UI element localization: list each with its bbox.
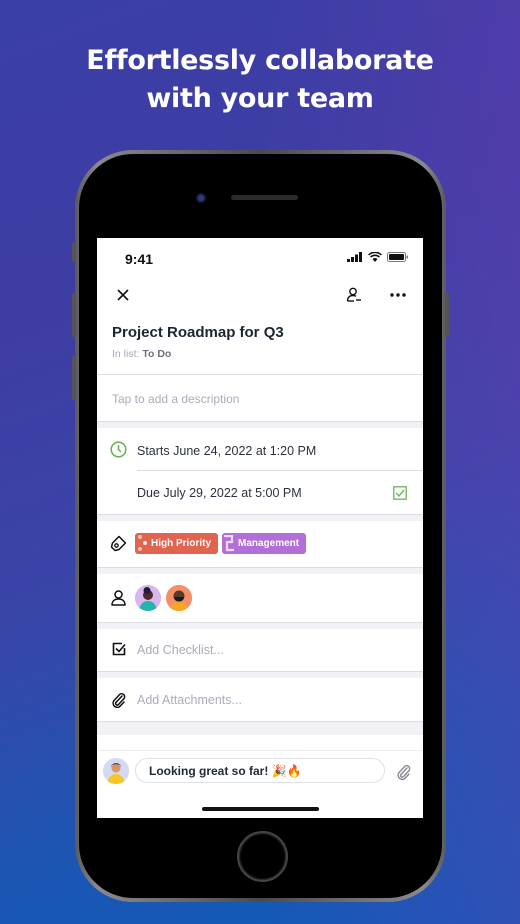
in-list-label: In list: To Do: [112, 348, 408, 360]
tag-dot: [138, 535, 142, 539]
assignee-avatar-1[interactable]: [135, 585, 161, 611]
avatar-illustration: [166, 585, 192, 611]
clock-icon: [110, 441, 127, 458]
comment-bar: Looking great so far! 🎉🔥: [97, 751, 423, 811]
power-button: [445, 293, 449, 337]
paperclip-icon: [396, 764, 410, 780]
description-placeholder: Tap to add a description: [112, 392, 240, 406]
comment-text: Looking great so far! 🎉🔥: [149, 763, 302, 778]
home-indicator[interactable]: [202, 807, 319, 811]
assign-user-button[interactable]: [344, 285, 364, 305]
task-header: Project Roadmap for Q3 In list: To Do: [97, 314, 423, 374]
more-icon: [390, 293, 406, 297]
tag-dot: [143, 541, 147, 545]
status-icons: [347, 252, 409, 262]
status-bar: 9:41: [97, 238, 423, 278]
person-icon: [111, 590, 126, 606]
tag-management[interactable]: Management: [222, 533, 307, 554]
assignee-avatar-2[interactable]: [166, 585, 192, 611]
description-field[interactable]: Tap to add a description: [97, 375, 423, 421]
avatar-illustration: [103, 758, 129, 784]
app-screen: 9:41 Project Roadmap for Q3 In list: To …: [97, 238, 423, 818]
mute-switch: [72, 242, 76, 262]
attachments-row[interactable]: Add Attachments...: [97, 678, 423, 721]
headline: Effortlessly collaborate with your team: [0, 42, 520, 118]
speaker-grille: [231, 195, 298, 200]
tag-icon: [110, 535, 127, 552]
battery-icon: [387, 252, 408, 262]
tag-label: High Priority: [151, 538, 212, 549]
volume-down-button: [72, 356, 76, 400]
tag-high-priority[interactable]: High Priority: [135, 533, 219, 554]
camera-icon: [196, 193, 206, 203]
comment-input[interactable]: Looking great so far! 🎉🔥: [135, 758, 385, 783]
tag-pattern-icon: [224, 535, 234, 552]
tags-section: High Priority Management: [97, 521, 423, 567]
due-checkbox-icon[interactable]: [393, 486, 407, 500]
paperclip-icon: [112, 692, 126, 708]
wifi-icon: [368, 252, 382, 262]
in-list-value[interactable]: To Do: [142, 348, 171, 360]
avatar-illustration: [135, 585, 161, 611]
nav-bar: [97, 278, 423, 314]
checklist-placeholder: Add Checklist...: [137, 643, 224, 657]
due-date[interactable]: Due July 29, 2022 at 5:00 PM: [137, 486, 302, 500]
status-time: 9:41: [125, 251, 154, 267]
start-date[interactable]: Starts June 24, 2022 at 1:20 PM: [137, 444, 316, 458]
signal-icon: [347, 252, 362, 262]
home-button[interactable]: [237, 831, 288, 882]
tag-label: Management: [238, 538, 300, 549]
dates-section: Starts June 24, 2022 at 1:20 PM Due July…: [97, 428, 423, 514]
checklist-icon: [112, 642, 126, 656]
headline-line-2: with your team: [146, 83, 374, 114]
volume-up-button: [72, 293, 76, 337]
section-gap: [97, 722, 423, 735]
close-icon: [117, 289, 129, 301]
assign-user-icon: [346, 287, 361, 302]
tag-dot: [138, 547, 142, 551]
assignees-section: [97, 574, 423, 622]
attachments-placeholder: Add Attachments...: [137, 693, 242, 707]
close-button[interactable]: [114, 286, 132, 304]
checklist-row[interactable]: Add Checklist...: [97, 629, 423, 671]
task-title[interactable]: Project Roadmap for Q3: [112, 324, 408, 341]
current-user-avatar: [103, 758, 129, 784]
attach-button[interactable]: [393, 761, 413, 781]
in-list-prefix: In list:: [112, 348, 140, 360]
spacer: [97, 735, 423, 750]
date-divider: [137, 470, 423, 471]
more-options-button[interactable]: [387, 285, 409, 305]
headline-line-1: Effortlessly collaborate: [86, 45, 434, 76]
